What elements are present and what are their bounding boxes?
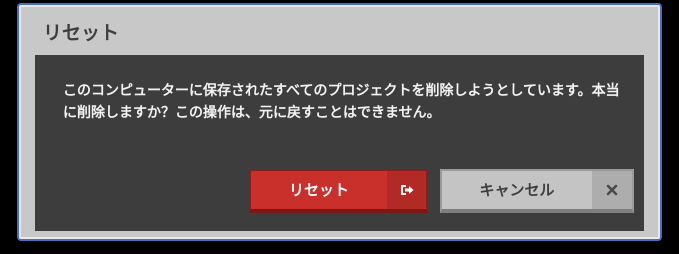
close-icon (592, 171, 632, 209)
dialog-title: リセット (43, 22, 120, 44)
reset-button[interactable]: リセット (249, 169, 428, 213)
reset-button-label: リセット (288, 181, 349, 199)
reset-dialog: リセット このコンピューターに保存されたすべてのプロジェクトを削除しようとしてい… (17, 3, 662, 241)
dialog-message: このコンピューターに保存されたすべてのプロジェクトを削除しようとしています。本当… (63, 83, 620, 121)
dialog-body: このコンピューターに保存されたすべてのプロジェクトを削除しようとしています。本当… (35, 55, 644, 231)
sign-out-icon (387, 171, 426, 209)
cancel-button[interactable]: キャンセル (440, 169, 634, 213)
cancel-button-label: キャンセル (479, 181, 555, 199)
dialog-frame: リセット このコンピューターに保存されたすべてのプロジェクトを削除しようとしてい… (19, 5, 660, 239)
